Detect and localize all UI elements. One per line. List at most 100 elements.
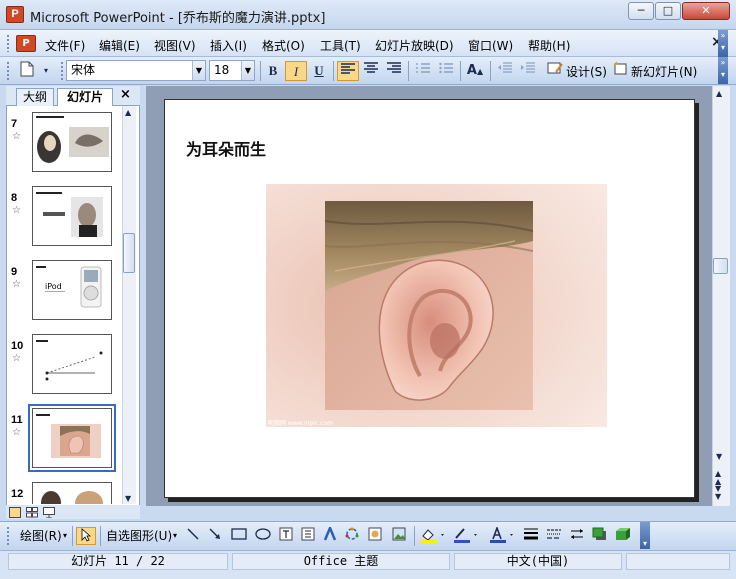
animation-star-icon: ☆ <box>12 427 21 438</box>
new-document-icon[interactable] <box>16 61 38 81</box>
shadow-style-icon[interactable] <box>592 527 610 545</box>
menu-help[interactable]: 帮助(H) <box>525 36 573 55</box>
slide-thumbnail-10[interactable] <box>32 334 112 394</box>
chevron-down-icon[interactable]: ▼ <box>241 61 254 80</box>
slideshow-view-icon[interactable] <box>43 507 55 519</box>
language-indicator: 中文(中国) <box>454 553 622 570</box>
numbered-list-icon[interactable] <box>412 61 434 81</box>
insert-picture-icon[interactable] <box>392 527 408 545</box>
draw-menu[interactable]: 绘图(R) <box>20 527 62 545</box>
maximize-button[interactable]: □ <box>655 2 681 20</box>
drawing-toolbar-options-icon[interactable]: ▾ <box>640 522 650 549</box>
3d-style-icon[interactable] <box>615 527 633 545</box>
underline-button[interactable]: U <box>308 61 330 81</box>
thumbnail-scroll-thumb[interactable] <box>123 233 135 273</box>
font-size-select[interactable]: 18 ▼ <box>209 60 255 81</box>
next-slide-icon[interactable]: ▼ ▼ <box>715 485 721 501</box>
slide-thumbnail-7[interactable] <box>32 112 112 172</box>
line-tool-icon[interactable] <box>186 527 202 545</box>
slide-number: 8 <box>11 192 18 204</box>
align-right-icon[interactable] <box>383 61 405 81</box>
new-slide-icon[interactable] <box>610 61 630 81</box>
bullet-list-icon[interactable] <box>435 61 457 81</box>
normal-view-icon[interactable] <box>9 507 21 518</box>
align-left-icon[interactable] <box>337 61 359 81</box>
select-pointer-icon[interactable] <box>76 527 96 545</box>
font-color-icon[interactable] <box>489 525 517 545</box>
menu-file[interactable]: 文件(F) <box>42 36 88 55</box>
chevron-down-icon[interactable]: ▾ <box>63 527 67 545</box>
animation-star-icon: ☆ <box>12 131 21 142</box>
fill-color-icon[interactable] <box>420 527 448 545</box>
toolbar-options-icon[interactable]: » ▾ <box>718 57 728 84</box>
menu-grip[interactable] <box>6 34 10 52</box>
slide-scrollbar[interactable] <box>712 86 730 506</box>
line-style-icon[interactable] <box>523 527 541 545</box>
clipart-icon[interactable] <box>368 527 384 545</box>
diagram-icon[interactable] <box>345 527 361 545</box>
font-name-value: 宋体 <box>71 63 96 77</box>
menu-view[interactable]: 视图(V) <box>151 36 199 55</box>
menu-window[interactable]: 窗口(W) <box>465 36 516 55</box>
design-icon[interactable] <box>545 61 565 81</box>
menu-format[interactable]: 格式(O) <box>259 36 308 55</box>
minimize-button[interactable]: ─ <box>628 2 654 20</box>
scroll-up-icon[interactable]: ▲ <box>125 108 131 117</box>
vertical-textbox-icon[interactable] <box>301 527 317 545</box>
bold-button[interactable]: B <box>262 61 284 81</box>
align-center-icon[interactable] <box>360 61 382 81</box>
toolbar-grip[interactable] <box>6 61 10 81</box>
decrease-indent-icon[interactable] <box>494 61 516 81</box>
animation-star-icon: ☆ <box>12 353 21 364</box>
toolbar-separator <box>260 61 261 81</box>
menu-edit[interactable]: 编辑(E) <box>96 36 143 55</box>
arrow-style-icon[interactable] <box>569 527 587 545</box>
increase-indent-icon[interactable] <box>517 61 539 81</box>
chevron-down-icon[interactable]: ▾ <box>173 527 177 545</box>
arrow-tool-icon[interactable] <box>208 527 224 545</box>
autoshapes-menu[interactable]: 自选图形(U) <box>106 527 172 545</box>
wordart-icon[interactable] <box>323 524 339 545</box>
slide-thumbnail-12[interactable] <box>32 482 112 504</box>
document-icon[interactable]: P <box>16 35 36 52</box>
slide-thumbnail-11[interactable] <box>28 404 116 472</box>
drawing-toolbar-grip[interactable] <box>6 526 10 546</box>
chevron-down-icon[interactable]: ▼ <box>192 61 205 80</box>
panel-close-icon[interactable]: × <box>120 87 131 102</box>
font-name-select[interactable]: 宋体 ▼ <box>66 60 206 81</box>
slide-number: 11 <box>11 414 23 426</box>
slide-sorter-view-icon[interactable] <box>26 507 38 518</box>
close-button[interactable]: ✕ <box>682 2 730 20</box>
scroll-up-icon[interactable]: ▲ <box>716 89 722 98</box>
new-slide-button[interactable]: 新幻灯片(N) <box>631 63 697 80</box>
scroll-down-icon[interactable]: ▼ <box>716 452 722 461</box>
photo-watermark: 昵图网 www.nipic.com <box>268 420 333 427</box>
slide-thumbnail-9[interactable]: iPod <box>32 260 112 320</box>
tab-outline[interactable]: 大纲 <box>16 88 54 106</box>
slide-thumbnail-8[interactable] <box>32 186 112 246</box>
toolbar-separator <box>72 526 73 546</box>
ear-photo[interactable] <box>325 201 533 410</box>
oval-tool-icon[interactable] <box>255 527 273 545</box>
slide-title[interactable]: 为耳朵而生 <box>186 136 266 160</box>
textbox-tool-icon[interactable] <box>279 527 295 545</box>
scroll-down-icon[interactable]: ▼ <box>125 494 131 503</box>
rectangle-tool-icon[interactable] <box>231 527 249 545</box>
font-toolbar-grip[interactable] <box>60 61 64 81</box>
tab-slides[interactable]: 幻灯片 <box>57 88 113 106</box>
menu-tools[interactable]: 工具(T) <box>317 36 364 55</box>
slide-scroll-thumb[interactable] <box>713 258 728 274</box>
design-button[interactable]: 设计(S) <box>566 63 607 80</box>
toolbar-separator <box>100 526 101 546</box>
dash-style-icon[interactable] <box>546 527 564 545</box>
line-color-icon[interactable] <box>453 527 481 545</box>
new-document-dropdown-icon[interactable]: ▾ <box>40 61 52 81</box>
thumbnail-scrollbar[interactable] <box>122 106 136 504</box>
menu-slideshow[interactable]: 幻灯片放映(D) <box>372 36 457 55</box>
font-size-value: 18 <box>214 63 230 77</box>
menu-insert[interactable]: 插入(I) <box>207 36 250 55</box>
italic-button[interactable]: I <box>285 61 307 81</box>
powerpoint-icon[interactable]: P <box>6 6 24 23</box>
grow-font-icon[interactable]: A▲ <box>464 61 486 81</box>
menu-options-icon[interactable]: » ▾ <box>718 30 728 57</box>
